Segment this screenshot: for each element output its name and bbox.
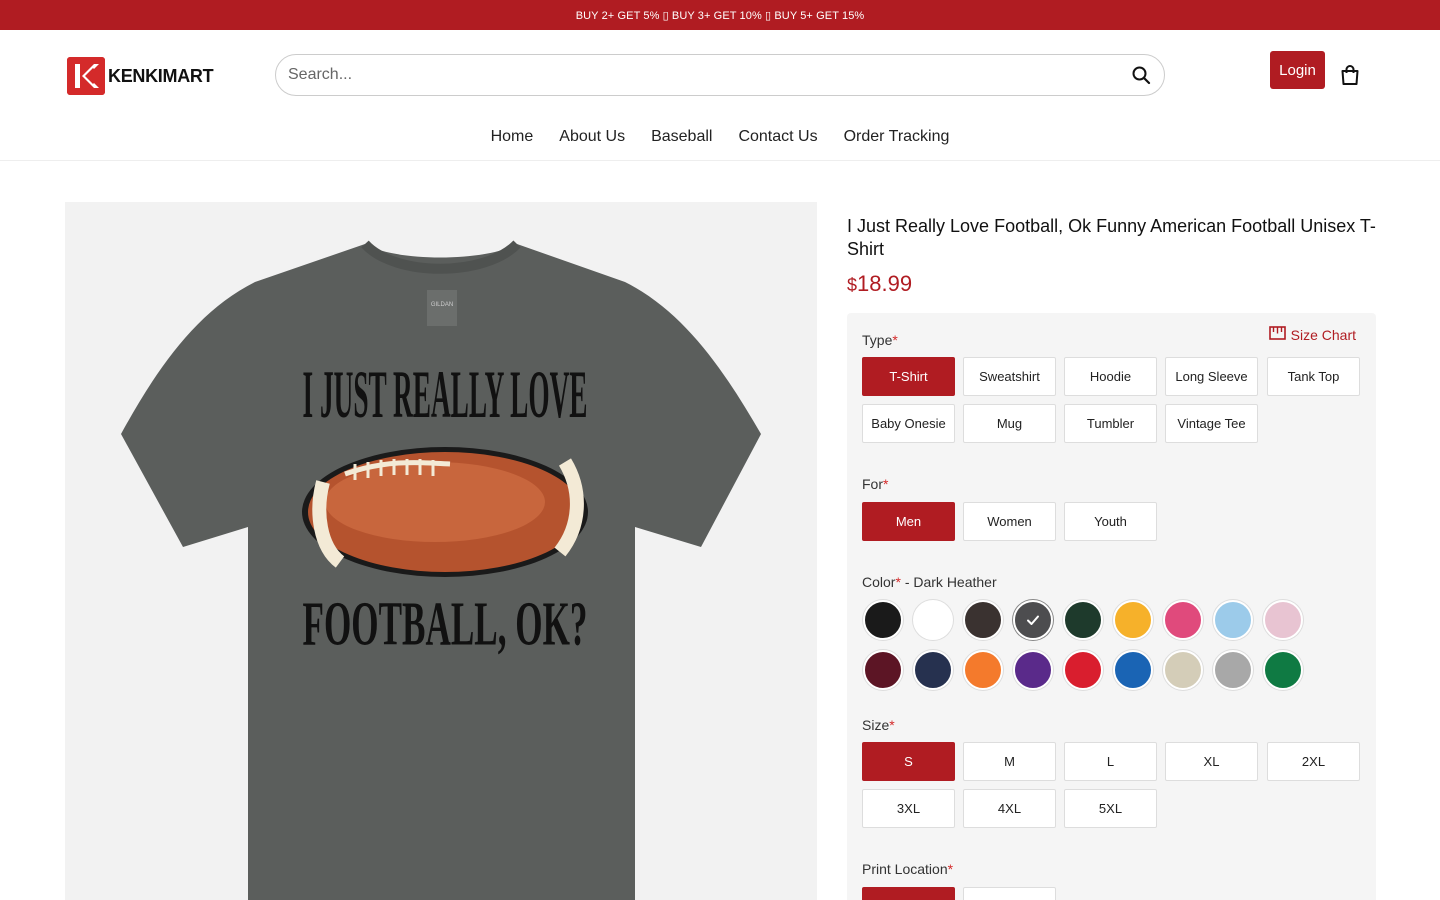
for-option-youth[interactable]: Youth <box>1064 502 1157 541</box>
type-label: Type* <box>862 332 898 348</box>
type-label-text: Type <box>862 332 893 348</box>
print-location-label-text: Print Location <box>862 861 948 877</box>
nav-item-home[interactable]: Home <box>491 128 534 146</box>
color-label-text: Color <box>862 574 896 590</box>
shopping-bag-icon[interactable] <box>1338 63 1362 87</box>
color-swatch[interactable] <box>963 650 1003 690</box>
required-marker: * <box>895 574 901 590</box>
for-label: For* <box>862 476 888 492</box>
print-location-option-1[interactable] <box>862 887 955 900</box>
type-option-sweatshirt[interactable]: Sweatshirt <box>963 357 1056 396</box>
color-swatch[interactable] <box>1163 650 1203 690</box>
color-swatch[interactable] <box>1113 650 1153 690</box>
type-option-tank-top[interactable]: Tank Top <box>1267 357 1360 396</box>
size-label-text: Size <box>862 717 890 733</box>
shirt-text-bottom: FOOTBALL, OK? <box>303 589 588 658</box>
type-option-mug[interactable]: Mug <box>963 404 1056 443</box>
price-amount: 18.99 <box>857 271 913 296</box>
site-header: KENKIMART Login Home About Us Baseball C… <box>0 30 1440 161</box>
logo-mark-icon <box>67 57 105 95</box>
product-options-panel: Size Chart Type* T-Shirt Sweatshirt Hood… <box>847 313 1376 900</box>
search-input[interactable] <box>288 66 1130 84</box>
product-details: I Just Really Love Football, Ok Funny Am… <box>847 215 1377 297</box>
product-image[interactable]: GILDAN I JUST REALLY LOVE FOOTBALL, OK? <box>65 202 817 900</box>
login-button[interactable]: Login <box>1270 51 1325 89</box>
size-option-xl[interactable]: XL <box>1165 742 1258 781</box>
size-option-l[interactable]: L <box>1064 742 1157 781</box>
search-icon[interactable] <box>1130 64 1152 86</box>
color-swatch[interactable] <box>863 650 903 690</box>
logo-wordmark: KENKIMART <box>108 65 214 86</box>
nav-item-contact-us[interactable]: Contact Us <box>738 128 817 146</box>
color-swatch[interactable] <box>963 600 1003 640</box>
size-option-s[interactable]: S <box>862 742 955 781</box>
for-option-women[interactable]: Women <box>963 502 1056 541</box>
nav-item-order-tracking[interactable]: Order Tracking <box>844 128 950 146</box>
size-option-4xl[interactable]: 4XL <box>963 789 1056 828</box>
checkmark-icon <box>1015 602 1051 638</box>
type-option-long-sleeve[interactable]: Long Sleeve <box>1165 357 1258 396</box>
size-option-5xl[interactable]: 5XL <box>1064 789 1157 828</box>
for-label-text: For <box>862 476 883 492</box>
color-label: Color* - Dark Heather <box>862 574 997 590</box>
for-option-men[interactable]: Men <box>862 502 955 541</box>
type-option-hoodie[interactable]: Hoodie <box>1064 357 1157 396</box>
selected-color-name: - Dark Heather <box>904 574 997 590</box>
nav-item-about-us[interactable]: About Us <box>559 128 625 146</box>
color-swatch[interactable] <box>1213 600 1253 640</box>
size-chart-label: Size Chart <box>1290 326 1356 343</box>
color-swatch[interactable] <box>913 600 953 640</box>
size-option-m[interactable]: M <box>963 742 1056 781</box>
color-swatch[interactable] <box>1013 600 1053 640</box>
ruler-icon <box>1268 326 1286 343</box>
product-price: $18.99 <box>847 271 1377 297</box>
required-marker: * <box>892 332 898 348</box>
color-swatch[interactable] <box>913 650 953 690</box>
color-swatch[interactable] <box>1063 650 1103 690</box>
type-option-baby-onesie[interactable]: Baby Onesie <box>862 404 955 443</box>
logo[interactable]: KENKIMART <box>67 57 214 95</box>
size-option-2xl[interactable]: 2XL <box>1267 742 1360 781</box>
color-swatch[interactable] <box>1113 600 1153 640</box>
required-marker: * <box>947 861 954 877</box>
shirt-text-top: I JUST REALLY LOVE <box>303 358 588 432</box>
type-option-vintage-tee[interactable]: Vintage Tee <box>1165 404 1258 443</box>
size-chart-link[interactable]: Size Chart <box>1268 326 1356 343</box>
price-currency: $ <box>847 275 858 295</box>
size-label: Size* <box>862 717 895 733</box>
print-location-label: Print Location* <box>862 861 953 877</box>
color-swatch[interactable] <box>1013 650 1053 690</box>
product-title: I Just Really Love Football, Ok Funny Am… <box>847 216 1376 259</box>
shirt-tag-text: GILDAN <box>431 302 453 308</box>
color-swatch[interactable] <box>1213 650 1253 690</box>
search-bar <box>275 54 1165 96</box>
main-nav: Home About Us Baseball Contact Us Order … <box>0 128 1440 146</box>
print-location-option-2[interactable] <box>963 887 1056 900</box>
type-option-tumbler[interactable]: Tumbler <box>1064 404 1157 443</box>
color-swatch[interactable] <box>1063 600 1103 640</box>
size-option-3xl[interactable]: 3XL <box>862 789 955 828</box>
required-marker: * <box>889 717 895 733</box>
nav-item-baseball[interactable]: Baseball <box>651 128 712 146</box>
color-swatch[interactable] <box>1163 600 1203 640</box>
type-option-t-shirt[interactable]: T-Shirt <box>862 357 955 396</box>
required-marker: * <box>883 476 889 492</box>
color-swatch[interactable] <box>1263 600 1303 640</box>
promo-bar: BUY 2+ GET 5% ▯ BUY 3+ GET 10% ▯ BUY 5+ … <box>0 0 1440 30</box>
color-swatch[interactable] <box>863 600 903 640</box>
color-swatch[interactable] <box>1263 650 1303 690</box>
promo-text: BUY 2+ GET 5% ▯ BUY 3+ GET 10% ▯ BUY 5+ … <box>575 9 865 22</box>
